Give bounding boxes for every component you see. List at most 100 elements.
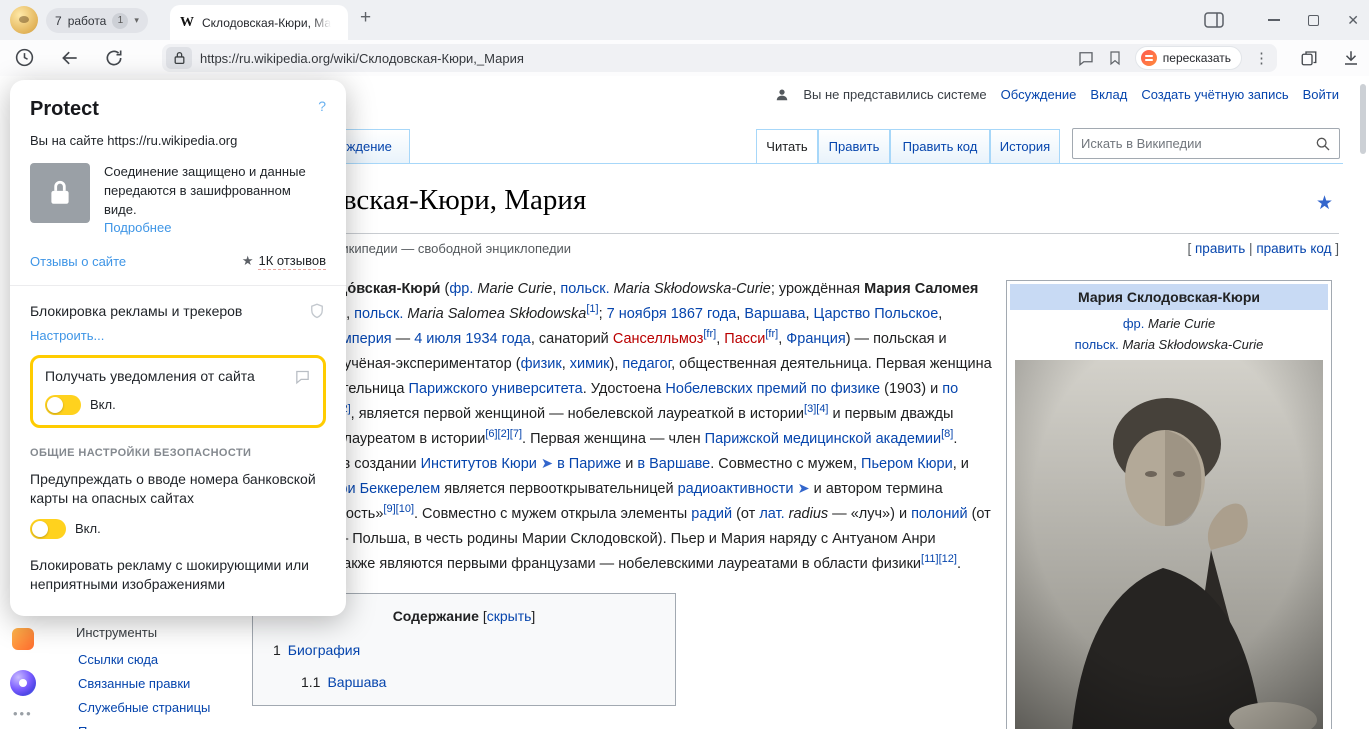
history-icon[interactable]	[14, 47, 35, 68]
article-link[interactable]: полоний	[911, 506, 968, 522]
sidebar-more-icon[interactable]: •••	[13, 706, 33, 721]
contents-hide-link[interactable]: скрыть	[487, 608, 532, 624]
protect-lock-button[interactable]	[166, 47, 192, 69]
article-link[interactable]: Царство Польское	[814, 306, 939, 322]
more-menu-icon[interactable]: ⋮	[1254, 49, 1269, 67]
lang-fr-link[interactable]: фр.	[1123, 316, 1145, 331]
ref-marker[interactable]: [3][4]	[804, 403, 828, 415]
protect-help-link[interactable]: ?	[318, 98, 326, 114]
back-button[interactable]	[60, 48, 80, 68]
tools-permalink-link[interactable]: Постоянная ссылка	[78, 724, 210, 729]
page-scrollbar[interactable]	[1360, 84, 1366, 154]
configure-link[interactable]: Настроить...	[30, 328, 104, 343]
wiki-search-input[interactable]	[1081, 136, 1315, 151]
article-link[interactable]: Варшава	[744, 306, 805, 322]
article-text: — Польша, в честь родины Марии Склодовск…	[252, 531, 936, 572]
article-link[interactable]: Франция	[786, 331, 845, 347]
tab-underline	[250, 163, 1343, 164]
site-reviews-link[interactable]: Отзывы о сайте	[30, 254, 126, 269]
personal-talk-link[interactable]: Обсуждение	[1001, 87, 1077, 102]
article-text: ➤	[793, 481, 809, 497]
alice-assistant-icon[interactable]	[10, 670, 36, 696]
download-icon[interactable]	[1342, 48, 1360, 68]
article-link[interactable]: педагог	[622, 356, 671, 372]
article-link[interactable]: Нобелевских премий по физике	[665, 381, 880, 397]
minimize-button[interactable]	[1268, 19, 1280, 21]
tools-whatlinkshere-link[interactable]: Ссылки сюда	[78, 652, 210, 667]
comment-icon[interactable]	[1077, 49, 1095, 67]
personal-create-account-link[interactable]: Создать учётную запись	[1141, 87, 1288, 102]
watchlist-star-icon[interactable]: ★	[1316, 192, 1333, 215]
tab-read[interactable]: Читать	[756, 129, 818, 163]
contents-item-link[interactable]: Варшава	[327, 674, 386, 690]
tab-group-label: работа	[68, 14, 107, 28]
ref-marker[interactable]: [fr]	[703, 328, 716, 340]
article-link[interactable]: в Париже	[557, 456, 621, 472]
edit-code-link[interactable]: править код	[1256, 241, 1331, 256]
article-link[interactable]: Пьером Кюри	[861, 456, 953, 472]
article-text: ,	[346, 306, 354, 322]
retell-icon	[1141, 50, 1157, 66]
ref-marker[interactable]: [1]	[586, 303, 598, 315]
close-button[interactable]: ✕	[1347, 13, 1359, 27]
tools-relatedchanges-link[interactable]: Связанные правки	[78, 676, 210, 691]
article-link[interactable]: польск.	[354, 306, 403, 322]
side-panel-icon[interactable]	[1204, 12, 1224, 28]
reviews-count[interactable]: ★ 1К отзывов	[242, 253, 326, 270]
article-link[interactable]: Институтов Кюри	[421, 456, 537, 472]
article-link[interactable]: 1867 года	[671, 306, 737, 322]
active-browser-tab[interactable]: W Склодовская-Кюри, Ма	[170, 5, 348, 40]
article-link[interactable]: химик	[570, 356, 610, 372]
article-redlink[interactable]: Пасси	[724, 331, 765, 347]
notifications-toggle[interactable]	[45, 395, 81, 415]
article-redlink[interactable]: Санселльмоз	[613, 331, 704, 347]
contents-number: 1.1	[301, 674, 320, 690]
details-link[interactable]: Подробнее	[104, 220, 171, 235]
tab-history[interactable]: История	[990, 129, 1060, 163]
ref-marker[interactable]: [9][10]	[383, 503, 414, 515]
article-link[interactable]: радий	[691, 506, 732, 522]
reload-icon[interactable]	[104, 48, 124, 68]
article-link[interactable]: 7 ноября	[607, 306, 667, 322]
maximize-button[interactable]	[1308, 15, 1319, 26]
url-text: https://ru.wikipedia.org/wiki/Склодовска…	[200, 51, 524, 66]
article-link[interactable]: физик	[521, 356, 562, 372]
ref-marker[interactable]: [fr]	[765, 328, 778, 340]
retell-button[interactable]: пересказать	[1135, 46, 1242, 70]
article-link[interactable]: Парижского университета	[409, 381, 583, 397]
article-link[interactable]: в Варшаве	[637, 456, 710, 472]
ref-marker[interactable]: [11][12]	[921, 553, 957, 565]
bookmark-flag-icon[interactable]	[1107, 49, 1123, 67]
article-link[interactable]: 1934 года	[465, 331, 531, 347]
ref-marker[interactable]: [6][2][7]	[485, 428, 522, 440]
yandex-services-icon[interactable]	[12, 628, 34, 650]
lang-pl-link[interactable]: польск.	[1075, 337, 1119, 352]
name-polish: Maria Skłodowska-Curie	[1122, 337, 1263, 352]
personal-contribs-link[interactable]: Вклад	[1090, 87, 1127, 102]
tools-specialpages-link[interactable]: Служебные страницы	[78, 700, 210, 715]
divider	[10, 285, 346, 286]
article-link[interactable]: радиоактивности	[678, 481, 794, 497]
tab-edit[interactable]: Править	[818, 129, 890, 163]
search-icon[interactable]	[1315, 136, 1331, 152]
tab-group-chip[interactable]: 7 работа 1 ▾	[46, 8, 148, 33]
article-link[interactable]: Парижской медицинской академии	[705, 431, 941, 447]
edit-link[interactable]: править	[1195, 241, 1245, 256]
personal-bar: Вы не представились системе Обсуждение В…	[775, 87, 1339, 102]
ref-marker[interactable]: [8]	[941, 428, 953, 440]
article-link[interactable]: 4 июля	[414, 331, 461, 347]
new-tab-button[interactable]: +	[360, 7, 371, 29]
tab-edit-source[interactable]: Править код	[890, 129, 990, 163]
article-text: ; урождённая	[771, 281, 864, 297]
contents-item: 1.1 Варшава	[267, 670, 661, 695]
bracket: [	[1187, 241, 1191, 256]
address-bar[interactable]: https://ru.wikipedia.org/wiki/Склодовска…	[162, 44, 1277, 72]
contents-item-link[interactable]: Биография	[288, 642, 360, 658]
article-link[interactable]: фр.	[449, 281, 473, 297]
personal-login-link[interactable]: Войти	[1303, 87, 1339, 102]
card-warning-toggle[interactable]	[30, 519, 66, 539]
profile-avatar[interactable]	[10, 6, 38, 34]
article-link[interactable]: польск.	[560, 281, 609, 297]
tabs-panel-icon[interactable]	[1300, 49, 1318, 67]
article-link[interactable]: лат.	[759, 506, 784, 522]
